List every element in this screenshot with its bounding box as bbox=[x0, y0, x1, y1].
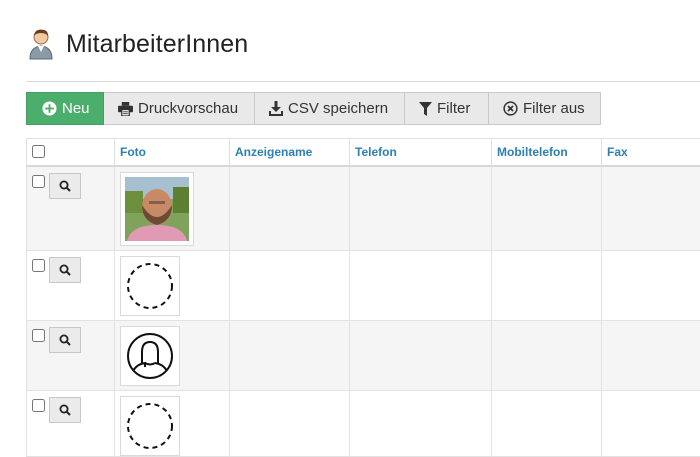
row-checkbox[interactable] bbox=[32, 399, 45, 412]
print-preview-label: Druckvorschau bbox=[138, 100, 238, 117]
column-header-foto[interactable]: Foto bbox=[115, 139, 230, 166]
telefon-cell bbox=[350, 166, 492, 251]
column-header-anzeigename[interactable]: Anzeigename bbox=[230, 139, 350, 166]
select-all-header bbox=[27, 139, 115, 166]
toolbar: Neu Druckvorschau CSV speichern Filter F… bbox=[26, 92, 601, 125]
select-all-checkbox[interactable] bbox=[32, 145, 45, 158]
column-header-fax[interactable]: Fax bbox=[602, 139, 700, 166]
funnel-icon bbox=[419, 102, 432, 116]
row-checkbox[interactable] bbox=[32, 329, 45, 342]
table-row[interactable] bbox=[27, 250, 700, 320]
csv-save-label: CSV speichern bbox=[288, 100, 388, 117]
row-checkbox[interactable] bbox=[32, 175, 45, 188]
telefon-cell bbox=[350, 390, 492, 456]
mobiltelefon-cell bbox=[492, 320, 602, 390]
fax-cell bbox=[602, 166, 700, 251]
csv-save-button[interactable]: CSV speichern bbox=[255, 92, 405, 125]
photo-cell bbox=[115, 320, 230, 390]
anzeigename-cell bbox=[230, 320, 350, 390]
new-button[interactable]: Neu bbox=[26, 92, 104, 125]
row-checkbox[interactable] bbox=[32, 259, 45, 272]
column-header-mobiltelefon[interactable]: Mobiltelefon bbox=[492, 139, 602, 166]
fax-cell bbox=[602, 390, 700, 456]
view-details-button[interactable] bbox=[49, 397, 81, 423]
magnifier-icon bbox=[59, 334, 71, 346]
view-details-button[interactable] bbox=[49, 173, 81, 199]
fax-cell bbox=[602, 320, 700, 390]
magnifier-icon bbox=[59, 264, 71, 276]
new-button-label: Neu bbox=[62, 100, 90, 117]
fax-cell bbox=[602, 250, 700, 320]
page-title: MitarbeiterInnen bbox=[66, 30, 248, 59]
filter-button[interactable]: Filter bbox=[405, 92, 489, 125]
magnifier-icon bbox=[59, 404, 71, 416]
printer-icon bbox=[118, 102, 133, 116]
page-header: MitarbeiterInnen bbox=[28, 26, 248, 62]
row-select-cell bbox=[27, 166, 115, 251]
filter-off-button[interactable]: Filter aus bbox=[489, 92, 601, 125]
x-circle-icon bbox=[503, 101, 518, 116]
empty-avatar-placeholder[interactable] bbox=[120, 396, 180, 456]
table-row[interactable] bbox=[27, 390, 700, 456]
table-row[interactable] bbox=[27, 320, 700, 390]
row-select-cell bbox=[27, 320, 115, 390]
plus-circle-icon bbox=[42, 101, 57, 116]
photo-cell bbox=[115, 390, 230, 456]
filter-label: Filter bbox=[437, 100, 470, 117]
table-header-row: Foto Anzeigename Telefon Mobiltelefon Fa… bbox=[27, 139, 700, 166]
anzeigename-cell bbox=[230, 250, 350, 320]
profile-photo[interactable] bbox=[120, 172, 194, 246]
photo-cell bbox=[115, 166, 230, 251]
table-row[interactable] bbox=[27, 166, 700, 251]
download-icon bbox=[269, 101, 283, 116]
user-silhouette-avatar[interactable] bbox=[120, 326, 180, 386]
telefon-cell bbox=[350, 320, 492, 390]
mobiltelefon-cell bbox=[492, 250, 602, 320]
row-select-cell bbox=[27, 390, 115, 456]
employee-table: Foto Anzeigename Telefon Mobiltelefon Fa… bbox=[26, 138, 700, 457]
view-details-button[interactable] bbox=[49, 257, 81, 283]
anzeigename-cell bbox=[230, 390, 350, 456]
column-header-telefon[interactable]: Telefon bbox=[350, 139, 492, 166]
mobiltelefon-cell bbox=[492, 166, 602, 251]
anzeigename-cell bbox=[230, 166, 350, 251]
row-select-cell bbox=[27, 250, 115, 320]
empty-avatar-placeholder[interactable] bbox=[120, 256, 180, 316]
print-preview-button[interactable]: Druckvorschau bbox=[104, 92, 255, 125]
header-divider bbox=[26, 81, 700, 82]
mobiltelefon-cell bbox=[492, 390, 602, 456]
view-details-button[interactable] bbox=[49, 327, 81, 353]
telefon-cell bbox=[350, 250, 492, 320]
user-person-icon bbox=[28, 28, 54, 60]
photo-cell bbox=[115, 250, 230, 320]
magnifier-icon bbox=[59, 180, 71, 192]
filter-off-label: Filter aus bbox=[523, 100, 585, 117]
